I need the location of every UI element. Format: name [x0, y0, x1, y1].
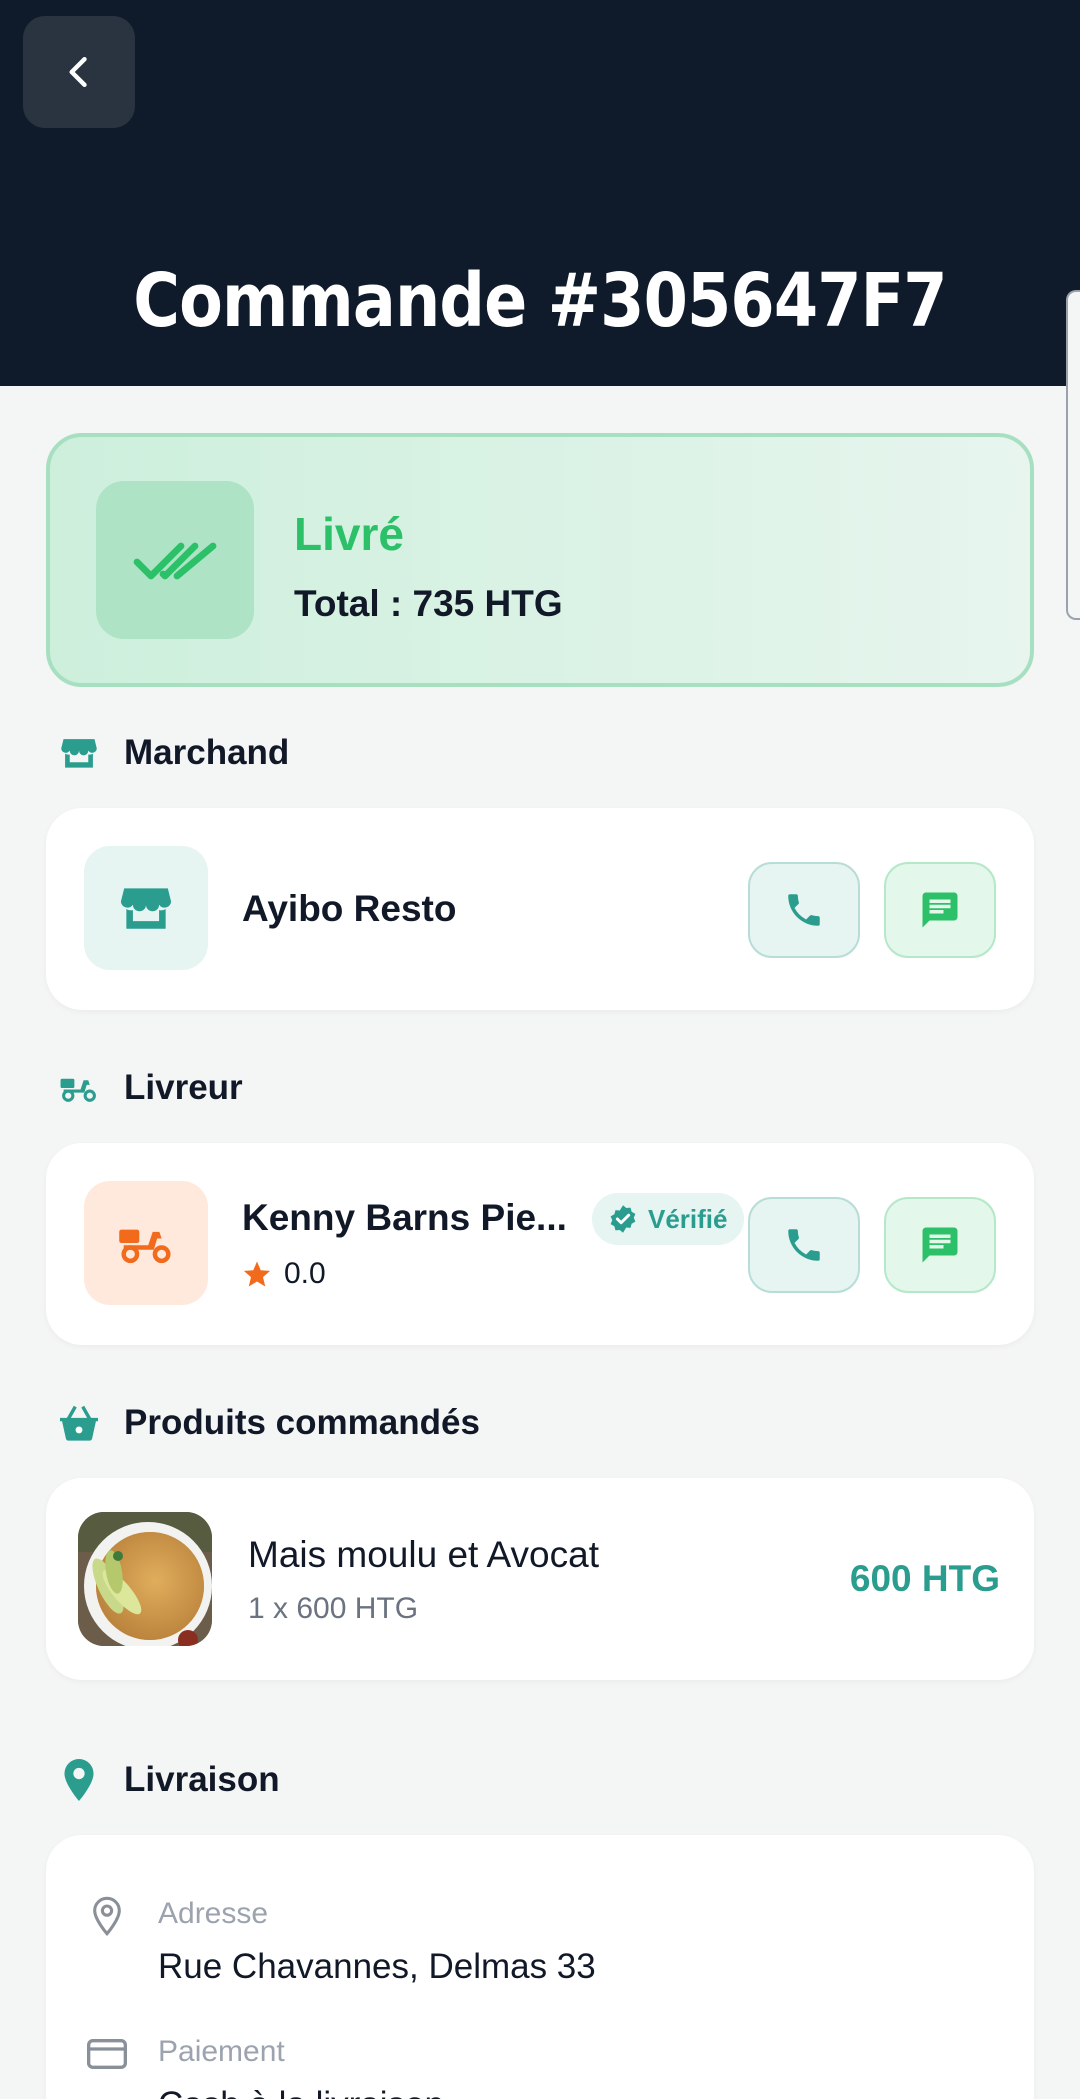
product-quantity: 1 x 600 HTG	[248, 1592, 419, 1625]
merchant-card: Ayibo Resto	[46, 808, 1034, 1010]
product-image	[78, 1512, 212, 1646]
order-total: Total : 735 HTG	[294, 583, 563, 624]
verified-badge-label: Vérifié	[648, 1203, 728, 1234]
call-driver-button[interactable]	[748, 1197, 860, 1293]
driver-name: Kenny Barns Pie...	[242, 1197, 567, 1238]
store-icon	[120, 888, 172, 929]
location-outline-icon	[86, 1895, 128, 1937]
payment-label: Paiement	[158, 2035, 285, 2068]
chat-icon	[922, 1227, 958, 1263]
scroll-handle[interactable]	[1066, 290, 1080, 620]
products-section-heading: Produits commandés	[58, 1402, 480, 1444]
product-price: 600 HTG	[849, 1558, 1000, 1599]
delivery-card: Adresse Rue Chavannes, Delmas 33 Paiemen…	[46, 1835, 1034, 2099]
basket-icon	[58, 1402, 100, 1444]
verified-badge: Vérifié	[592, 1193, 744, 1245]
location-pin-icon	[58, 1759, 100, 1801]
rating-value: 0.0	[284, 1257, 326, 1290]
payment-value: Cash à la livraison	[158, 2085, 444, 2099]
page-title: Commande #305647F7	[133, 258, 947, 344]
call-merchant-button[interactable]	[748, 862, 860, 958]
star-icon	[243, 1261, 271, 1287]
verified-check-icon	[610, 1205, 636, 1233]
merchant-name: Ayibo Resto	[242, 888, 457, 929]
status-icon-box	[96, 481, 254, 639]
driver-avatar	[84, 1181, 208, 1305]
store-icon	[58, 732, 100, 774]
section-title: Livraison	[124, 1760, 280, 1799]
product-name: Mais moulu et Avocat	[248, 1534, 599, 1575]
driver-card: Kenny Barns Pie... Vérifié 0.0	[46, 1143, 1034, 1345]
section-title: Produits commandés	[124, 1403, 480, 1442]
address-value: Rue Chavannes, Delmas 33	[158, 1947, 596, 1986]
driver-section-heading: Livreur	[58, 1067, 243, 1109]
section-title: Livreur	[124, 1068, 243, 1107]
scooter-icon	[119, 1229, 171, 1264]
merchant-section-heading: Marchand	[58, 732, 289, 774]
phone-icon	[788, 894, 820, 926]
message-merchant-button[interactable]	[884, 862, 996, 958]
merchant-avatar	[84, 846, 208, 970]
product-card[interactable]: Mais moulu et Avocat 1 x 600 HTG 600 HTG	[46, 1478, 1034, 1680]
section-title: Marchand	[124, 733, 290, 772]
scooter-icon	[58, 1067, 100, 1109]
driver-rating: 0.0	[242, 1257, 326, 1291]
status-label: Livré	[294, 508, 404, 560]
chevron-left-icon	[69, 56, 87, 88]
message-driver-button[interactable]	[884, 1197, 996, 1293]
app-header: Commande #305647F7	[0, 0, 1080, 386]
double-check-icon	[133, 542, 217, 580]
delivery-section-heading: Livraison	[58, 1759, 280, 1801]
phone-icon	[788, 1229, 820, 1261]
order-status-card: Livré Total : 735 HTG	[46, 433, 1034, 687]
credit-card-icon	[86, 2033, 128, 2075]
back-button[interactable]	[23, 16, 135, 128]
chat-icon	[922, 892, 958, 928]
address-label: Adresse	[158, 1897, 269, 1930]
